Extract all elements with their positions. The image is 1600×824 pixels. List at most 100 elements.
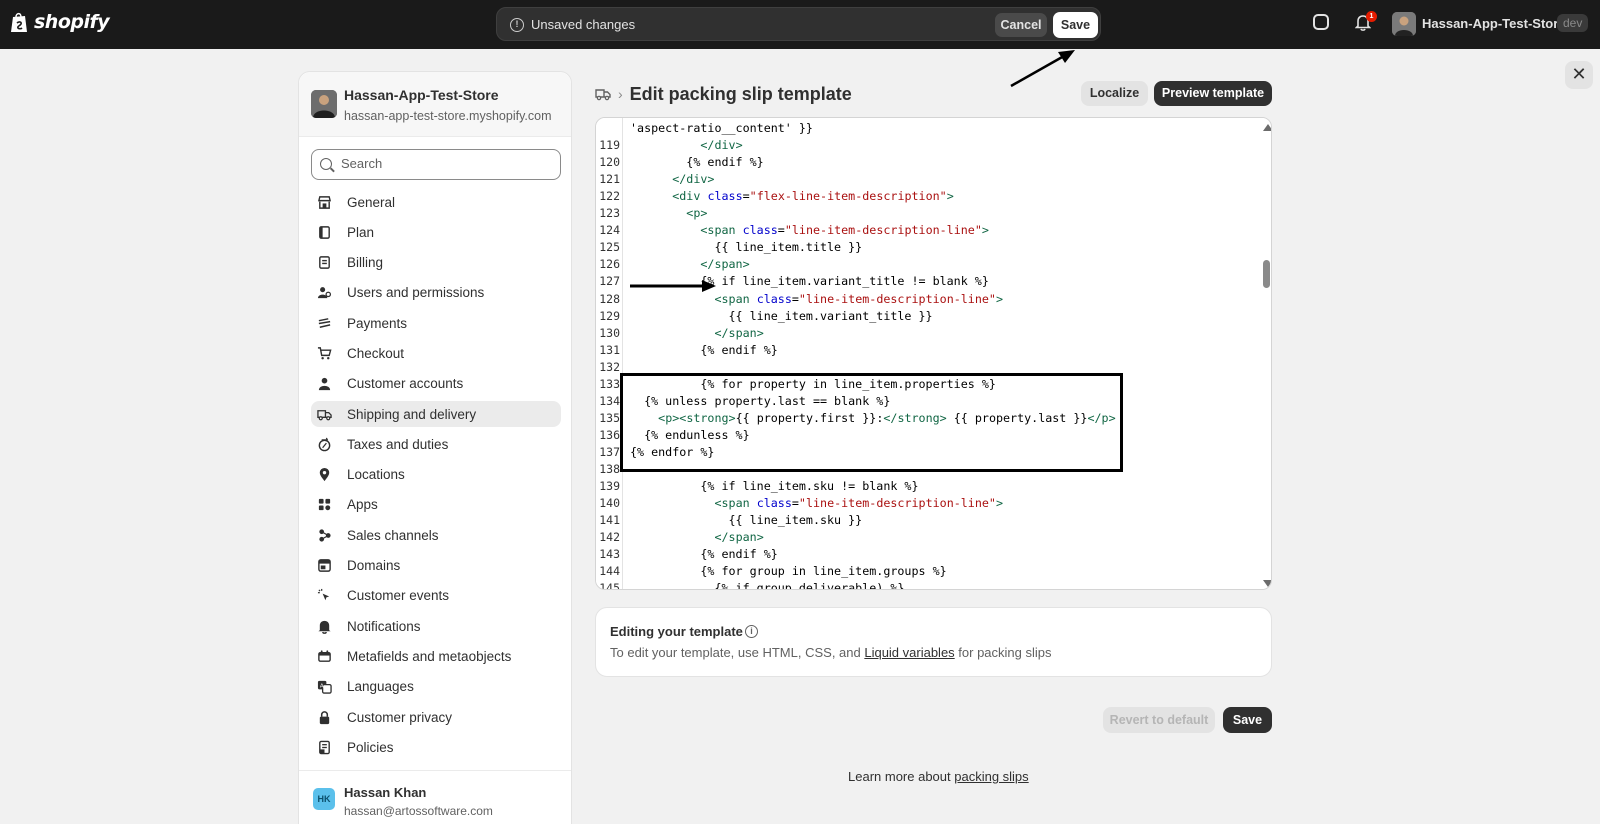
line-number: 120 xyxy=(599,155,620,170)
code-text[interactable]: {% unless property.last == blank %} xyxy=(630,393,890,410)
code-text[interactable]: </div> xyxy=(630,171,714,188)
code-text[interactable]: <span class="line-item-description-line"… xyxy=(630,222,989,239)
packing-slips-link[interactable]: packing slips xyxy=(954,769,1028,784)
line-number: 125 xyxy=(599,240,620,255)
lock-icon xyxy=(319,710,330,724)
sidebar-item-plan[interactable]: Plan xyxy=(311,219,561,245)
code-text[interactable]: {% endif %} xyxy=(630,342,777,359)
sidebar-item-users-and-permissions[interactable]: Users and permissions xyxy=(311,280,561,306)
preview-template-button[interactable]: Preview template xyxy=(1154,81,1272,106)
code-text[interactable]: <p><strong>{{ property.first }}:</strong… xyxy=(630,410,1115,427)
code-editor[interactable]: 'aspect-ratio__content' }} 119 </div> 120 … xyxy=(595,117,1272,590)
sidekick-icon[interactable] xyxy=(1313,14,1329,30)
code-text[interactable]: </span> xyxy=(630,529,763,546)
code-text[interactable]: {% endif %} xyxy=(630,154,763,171)
editor-scrollbar[interactable] xyxy=(1261,118,1271,589)
code-text[interactable]: {% for property in line_item.properties … xyxy=(630,376,996,393)
store-switcher-name[interactable]: Hassan-App-Test-Store xyxy=(1422,16,1566,31)
truck-icon[interactable] xyxy=(595,86,611,102)
line-number: 133 xyxy=(599,376,620,391)
sidebar-item-label: Shipping and delivery xyxy=(347,406,477,422)
search-input[interactable] xyxy=(341,156,551,171)
info-icon[interactable]: i xyxy=(745,625,758,638)
scrollbar-thumb[interactable] xyxy=(1263,260,1270,288)
code-text[interactable]: <span class="line-item-description-line"… xyxy=(630,495,1003,512)
code-text[interactable]: <span class="line-item-description-line"… xyxy=(630,291,1003,308)
code-text[interactable]: <div class="flex-line-item-description"> xyxy=(630,188,954,205)
env-badge: dev xyxy=(1557,14,1589,32)
sidebar-item-customer-events[interactable]: Customer events xyxy=(311,583,561,609)
sidebar-item-taxes-and-duties[interactable]: Taxes and duties xyxy=(311,431,561,457)
sidebar-item-metafields-and-metaobjects[interactable]: Metafields and metaobjects xyxy=(311,643,561,669)
unsaved-changes-bar: ! Unsaved changes Cancel Save xyxy=(496,7,1101,41)
line-number: 128 xyxy=(599,291,620,306)
sidebar-item-label: Policies xyxy=(347,739,394,755)
sidebar-item-general[interactable]: General xyxy=(311,189,561,215)
sidebar-item-payments[interactable]: Payments xyxy=(311,310,561,336)
svg-text:A: A xyxy=(320,684,324,690)
info-text: To edit your template, use HTML, CSS, an… xyxy=(610,645,1052,660)
code-text[interactable]: 'aspect-ratio__content' }} xyxy=(630,120,813,137)
code-text[interactable]: {% if line_item.sku != blank %} xyxy=(630,478,918,495)
sidebar-item-customer-privacy[interactable]: Customer privacy xyxy=(311,704,561,730)
scroll-down-arrow-icon[interactable] xyxy=(1263,580,1271,587)
save-bottom-button[interactable]: Save xyxy=(1223,707,1272,733)
sidebar-item-billing[interactable]: Billing xyxy=(311,250,561,276)
sidebar-item-notifications[interactable]: Notifications xyxy=(311,613,561,639)
learn-more-text: Learn more about xyxy=(848,769,955,784)
sidebar-item-languages[interactable]: A Languages xyxy=(311,674,561,700)
search-box[interactable] xyxy=(311,149,561,180)
sidebar-item-sales-channels[interactable]: Sales channels xyxy=(311,522,561,548)
sidebar-item-locations[interactable]: Locations xyxy=(311,462,561,488)
sidebar-item-label: Customer accounts xyxy=(347,376,464,392)
cancel-button[interactable]: Cancel xyxy=(995,13,1047,37)
liquid-variables-link[interactable]: Liquid variables xyxy=(864,645,954,660)
revert-to-default-button[interactable]: Revert to default xyxy=(1103,707,1215,733)
sidebar-item-checkout[interactable]: Checkout xyxy=(311,340,561,366)
sidebar-item-label: Taxes and duties xyxy=(347,436,449,452)
truck-icon xyxy=(317,409,332,420)
shopify-logo[interactable]: shopify xyxy=(10,11,110,33)
payments-icon xyxy=(318,317,331,328)
close-button[interactable]: ✕ xyxy=(1565,61,1593,89)
sidebar-item-customer-accounts[interactable]: Customer accounts xyxy=(311,371,561,397)
sidebar-item-domains[interactable]: Domains xyxy=(311,553,561,579)
code-text[interactable]: {% for group in line_item.groups %} xyxy=(630,563,946,580)
code-area[interactable]: 'aspect-ratio__content' }} 119 </div> 120 … xyxy=(596,118,1261,589)
code-text[interactable]: <p> xyxy=(630,205,707,222)
store-avatar xyxy=(311,90,337,118)
code-text[interactable]: {% if group.deliverable) %} xyxy=(630,580,904,589)
code-text[interactable]: </div> xyxy=(630,137,742,154)
settings-sidebar: Hassan-App-Test-Store hassan-app-test-st… xyxy=(298,71,572,824)
sidebar-item-shipping-and-delivery[interactable]: Shipping and delivery xyxy=(311,401,561,428)
sidebar-item-apps[interactable]: Apps xyxy=(311,492,561,518)
settings-nav: General Plan Billing Users and permissions P… xyxy=(311,189,561,765)
localize-button[interactable]: Localize xyxy=(1081,81,1148,106)
notification-badge: 1 xyxy=(1366,11,1377,22)
save-button[interactable]: Save xyxy=(1053,12,1098,38)
line-number: 123 xyxy=(599,206,620,221)
code-text[interactable]: {{ line_item.title }} xyxy=(630,239,862,256)
line-number: 136 xyxy=(599,427,620,442)
scroll-up-arrow-icon[interactable] xyxy=(1263,124,1271,131)
code-text[interactable]: {% if line_item.variant_title != blank %… xyxy=(630,273,989,290)
line-number: 139 xyxy=(599,479,620,494)
code-text[interactable]: {% endunless %} xyxy=(630,427,750,444)
code-text[interactable]: </span> xyxy=(630,256,749,273)
code-text[interactable]: {% endfor %} xyxy=(630,444,714,461)
code-text[interactable]: {{ line_item.variant_title }} xyxy=(630,308,933,325)
breadcrumb-chevron-icon: › xyxy=(618,86,623,102)
policies-icon xyxy=(319,740,330,755)
sidebar-item-label: Locations xyxy=(347,467,405,483)
tax-icon xyxy=(318,437,331,452)
code-text[interactable]: {% endif %} xyxy=(630,546,777,563)
sidebar-item-label: Languages xyxy=(347,679,414,695)
avatar[interactable] xyxy=(1392,12,1416,36)
code-text[interactable]: </span> xyxy=(630,325,763,342)
plan-icon xyxy=(319,225,330,239)
logo-wordmark: shopify xyxy=(34,11,110,33)
sidebar-item-policies[interactable]: Policies xyxy=(311,734,561,760)
line-number: 127 xyxy=(599,274,620,289)
code-text[interactable]: {{ line_item.sku }} xyxy=(630,512,863,529)
user-footer[interactable]: HK Hassan Khan hassan@artossoftware.com xyxy=(299,770,571,824)
